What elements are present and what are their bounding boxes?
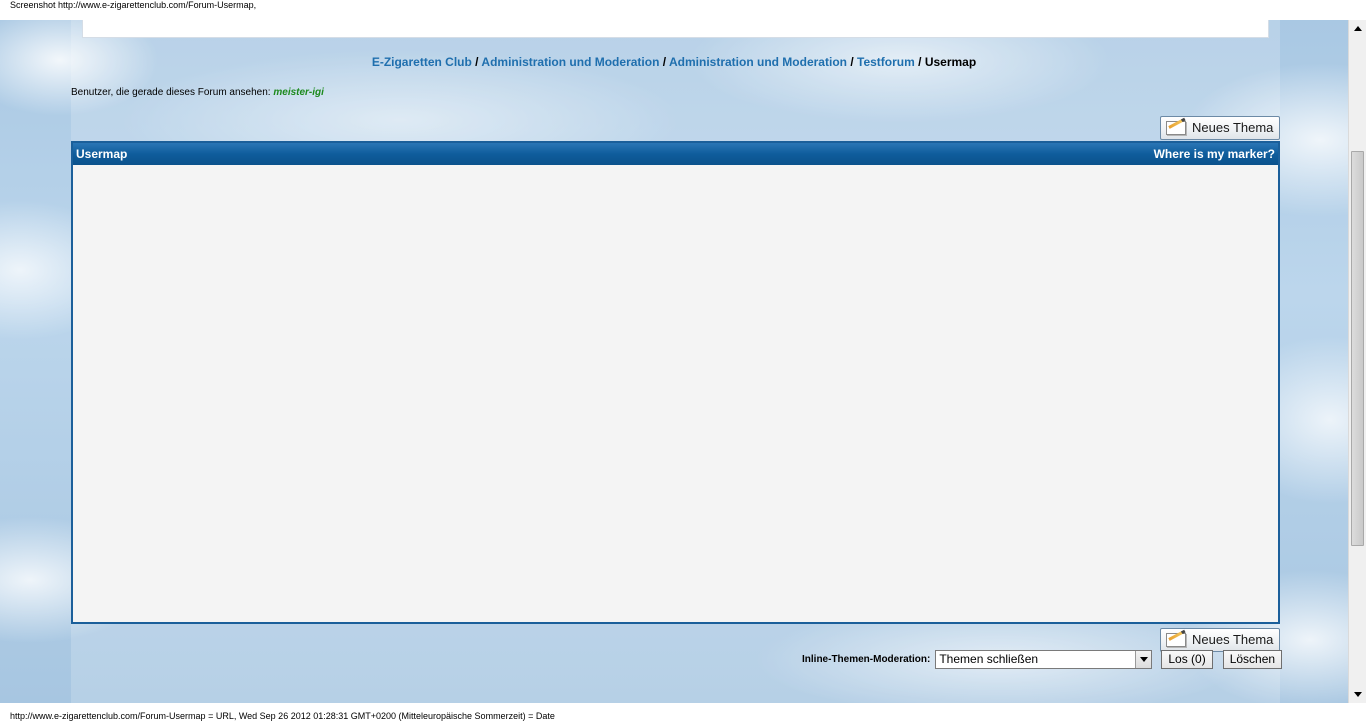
breadcrumb-link-testforum[interactable]: Testforum <box>857 55 915 69</box>
panel-header: Usermap Where is my marker? <box>73 143 1278 165</box>
moderation-delete-button[interactable]: Löschen <box>1222 649 1283 669</box>
breadcrumb-separator: / <box>475 55 479 69</box>
forum-viewers: Benutzer, die gerade dieses Forum ansehe… <box>71 86 324 100</box>
inline-moderation: Inline-Themen-Moderation: Themen schließ… <box>802 648 1283 670</box>
moderation-label: Inline-Themen-Moderation: <box>802 653 931 665</box>
breadcrumb-current: Usermap <box>924 55 977 69</box>
breadcrumb-separator: / <box>662 55 667 69</box>
notepad-pencil-icon <box>1164 629 1188 650</box>
scroll-down-arrow-icon[interactable] <box>1349 686 1366 703</box>
chevron-down-icon[interactable] <box>1135 650 1152 668</box>
breadcrumb-link-home[interactable]: E-Zigaretten Club <box>372 55 472 69</box>
screenshot-caption-top: Screenshot http://www.e-zigarettenclub.c… <box>10 0 257 10</box>
header-strip <box>82 20 1269 38</box>
breadcrumb-separator: / <box>918 55 922 69</box>
viewer-username-link[interactable]: meister-igi <box>273 87 324 98</box>
breadcrumb-separator: / <box>850 55 854 69</box>
new-topic-button-top[interactable]: Neues Thema <box>1160 116 1280 140</box>
panel-title: Usermap <box>76 147 128 161</box>
breadcrumb-link-admin[interactable]: Administration und Moderation <box>481 55 659 69</box>
notepad-pencil-icon <box>1164 117 1188 138</box>
where-is-my-marker-link[interactable]: Where is my marker? <box>1154 147 1275 161</box>
vertical-scrollbar[interactable] <box>1348 20 1366 703</box>
breadcrumb: E-Zigaretten Club / Administration und M… <box>0 54 1348 70</box>
scroll-up-arrow-icon[interactable] <box>1349 20 1366 37</box>
usermap-panel: Usermap Where is my marker? <box>71 141 1280 624</box>
breadcrumb-link-admin-sub[interactable]: Administration und Moderation <box>669 55 847 69</box>
moderation-selected-option: Themen schließen <box>939 651 1039 666</box>
moderation-go-button[interactable]: Los (0) <box>1161 649 1213 669</box>
usermap-area[interactable] <box>73 165 1278 622</box>
viewers-label: Benutzer, die gerade dieses Forum ansehe… <box>71 87 271 98</box>
new-topic-label: Neues Thema <box>1192 120 1274 135</box>
screenshot-caption-bottom: http://www.e-zigarettenclub.com/Forum-Us… <box>10 711 555 721</box>
moderation-action-select[interactable]: Themen schließen <box>935 649 1153 669</box>
scrollbar-thumb[interactable] <box>1351 151 1364 546</box>
page-viewport: E-Zigaretten Club / Administration und M… <box>0 20 1348 703</box>
